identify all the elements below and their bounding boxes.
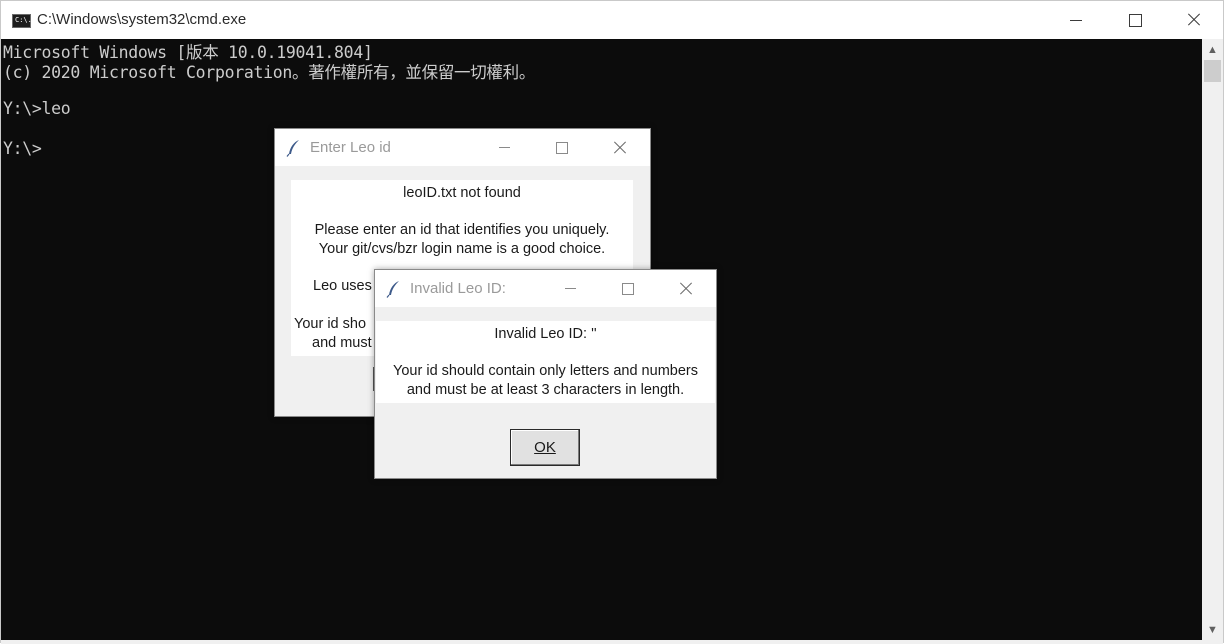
cmd-icon: C:\. — [12, 14, 32, 28]
close-icon — [679, 282, 693, 296]
minimize-icon — [1070, 19, 1082, 21]
ok-button[interactable]: OK — [510, 429, 580, 466]
message-line: Invalid Leo ID: '' — [494, 326, 597, 342]
console-line: (c) 2020 Microsoft Corporation。著作權所有，並保留… — [3, 63, 536, 82]
message-line: Your id should contain only letters and … — [393, 363, 698, 379]
dialog-title-bar[interactable]: Enter Leo id — [275, 129, 650, 166]
message-line: Your git/cvs/bzr login name is a good ch… — [318, 241, 606, 257]
console-line: Y:\>leo — [3, 99, 71, 118]
close-icon — [1187, 13, 1201, 27]
vertical-scrollbar[interactable]: ▲ ▼ — [1202, 39, 1223, 642]
cmd-icon-text: C:\. — [15, 16, 32, 24]
maximize-icon — [556, 141, 568, 154]
maximize-icon — [1128, 13, 1142, 27]
scroll-up-icon[interactable]: ▲ — [1202, 41, 1223, 58]
maximize-button[interactable] — [599, 270, 657, 307]
dialog-title-bar[interactable]: Invalid Leo ID: — [375, 270, 716, 307]
message-line: leoID.txt not found — [403, 185, 521, 201]
minimize-icon — [498, 147, 510, 148]
minimize-button[interactable] — [1047, 1, 1105, 39]
scroll-thumb[interactable] — [1204, 60, 1221, 82]
close-icon — [613, 141, 627, 155]
title-bar[interactable]: C:\. C:\Windows\system32\cmd.exe — [1, 1, 1223, 39]
message-line: and must be at least 3 characters in len… — [406, 382, 685, 398]
maximize-button[interactable] — [533, 129, 591, 166]
close-button[interactable] — [657, 270, 715, 307]
maximize-button[interactable] — [1106, 1, 1164, 39]
minimize-icon — [564, 288, 576, 289]
console-prompt: Y:\> — [3, 139, 42, 158]
feather-icon — [286, 140, 299, 157]
bottom-edge — [1, 640, 1223, 644]
close-button[interactable] — [1165, 1, 1223, 39]
invalid-leo-id-dialog: Invalid Leo ID: Invalid Leo ID: '' Your … — [374, 269, 717, 479]
maximize-icon — [622, 282, 634, 295]
window-title: C:\Windows\system32\cmd.exe — [37, 11, 247, 28]
feather-icon — [386, 281, 399, 298]
dialog-title: Enter Leo id — [310, 139, 391, 156]
dialog-title: Invalid Leo ID: — [410, 280, 506, 297]
scroll-down-icon[interactable]: ▼ — [1202, 621, 1223, 638]
message-line: Please enter an id that identifies you u… — [314, 222, 610, 238]
close-button[interactable] — [591, 129, 649, 166]
minimize-button[interactable] — [541, 270, 599, 307]
message-area: Invalid Leo ID: '' Your id should contai… — [376, 321, 715, 403]
minimize-button[interactable] — [475, 129, 533, 166]
